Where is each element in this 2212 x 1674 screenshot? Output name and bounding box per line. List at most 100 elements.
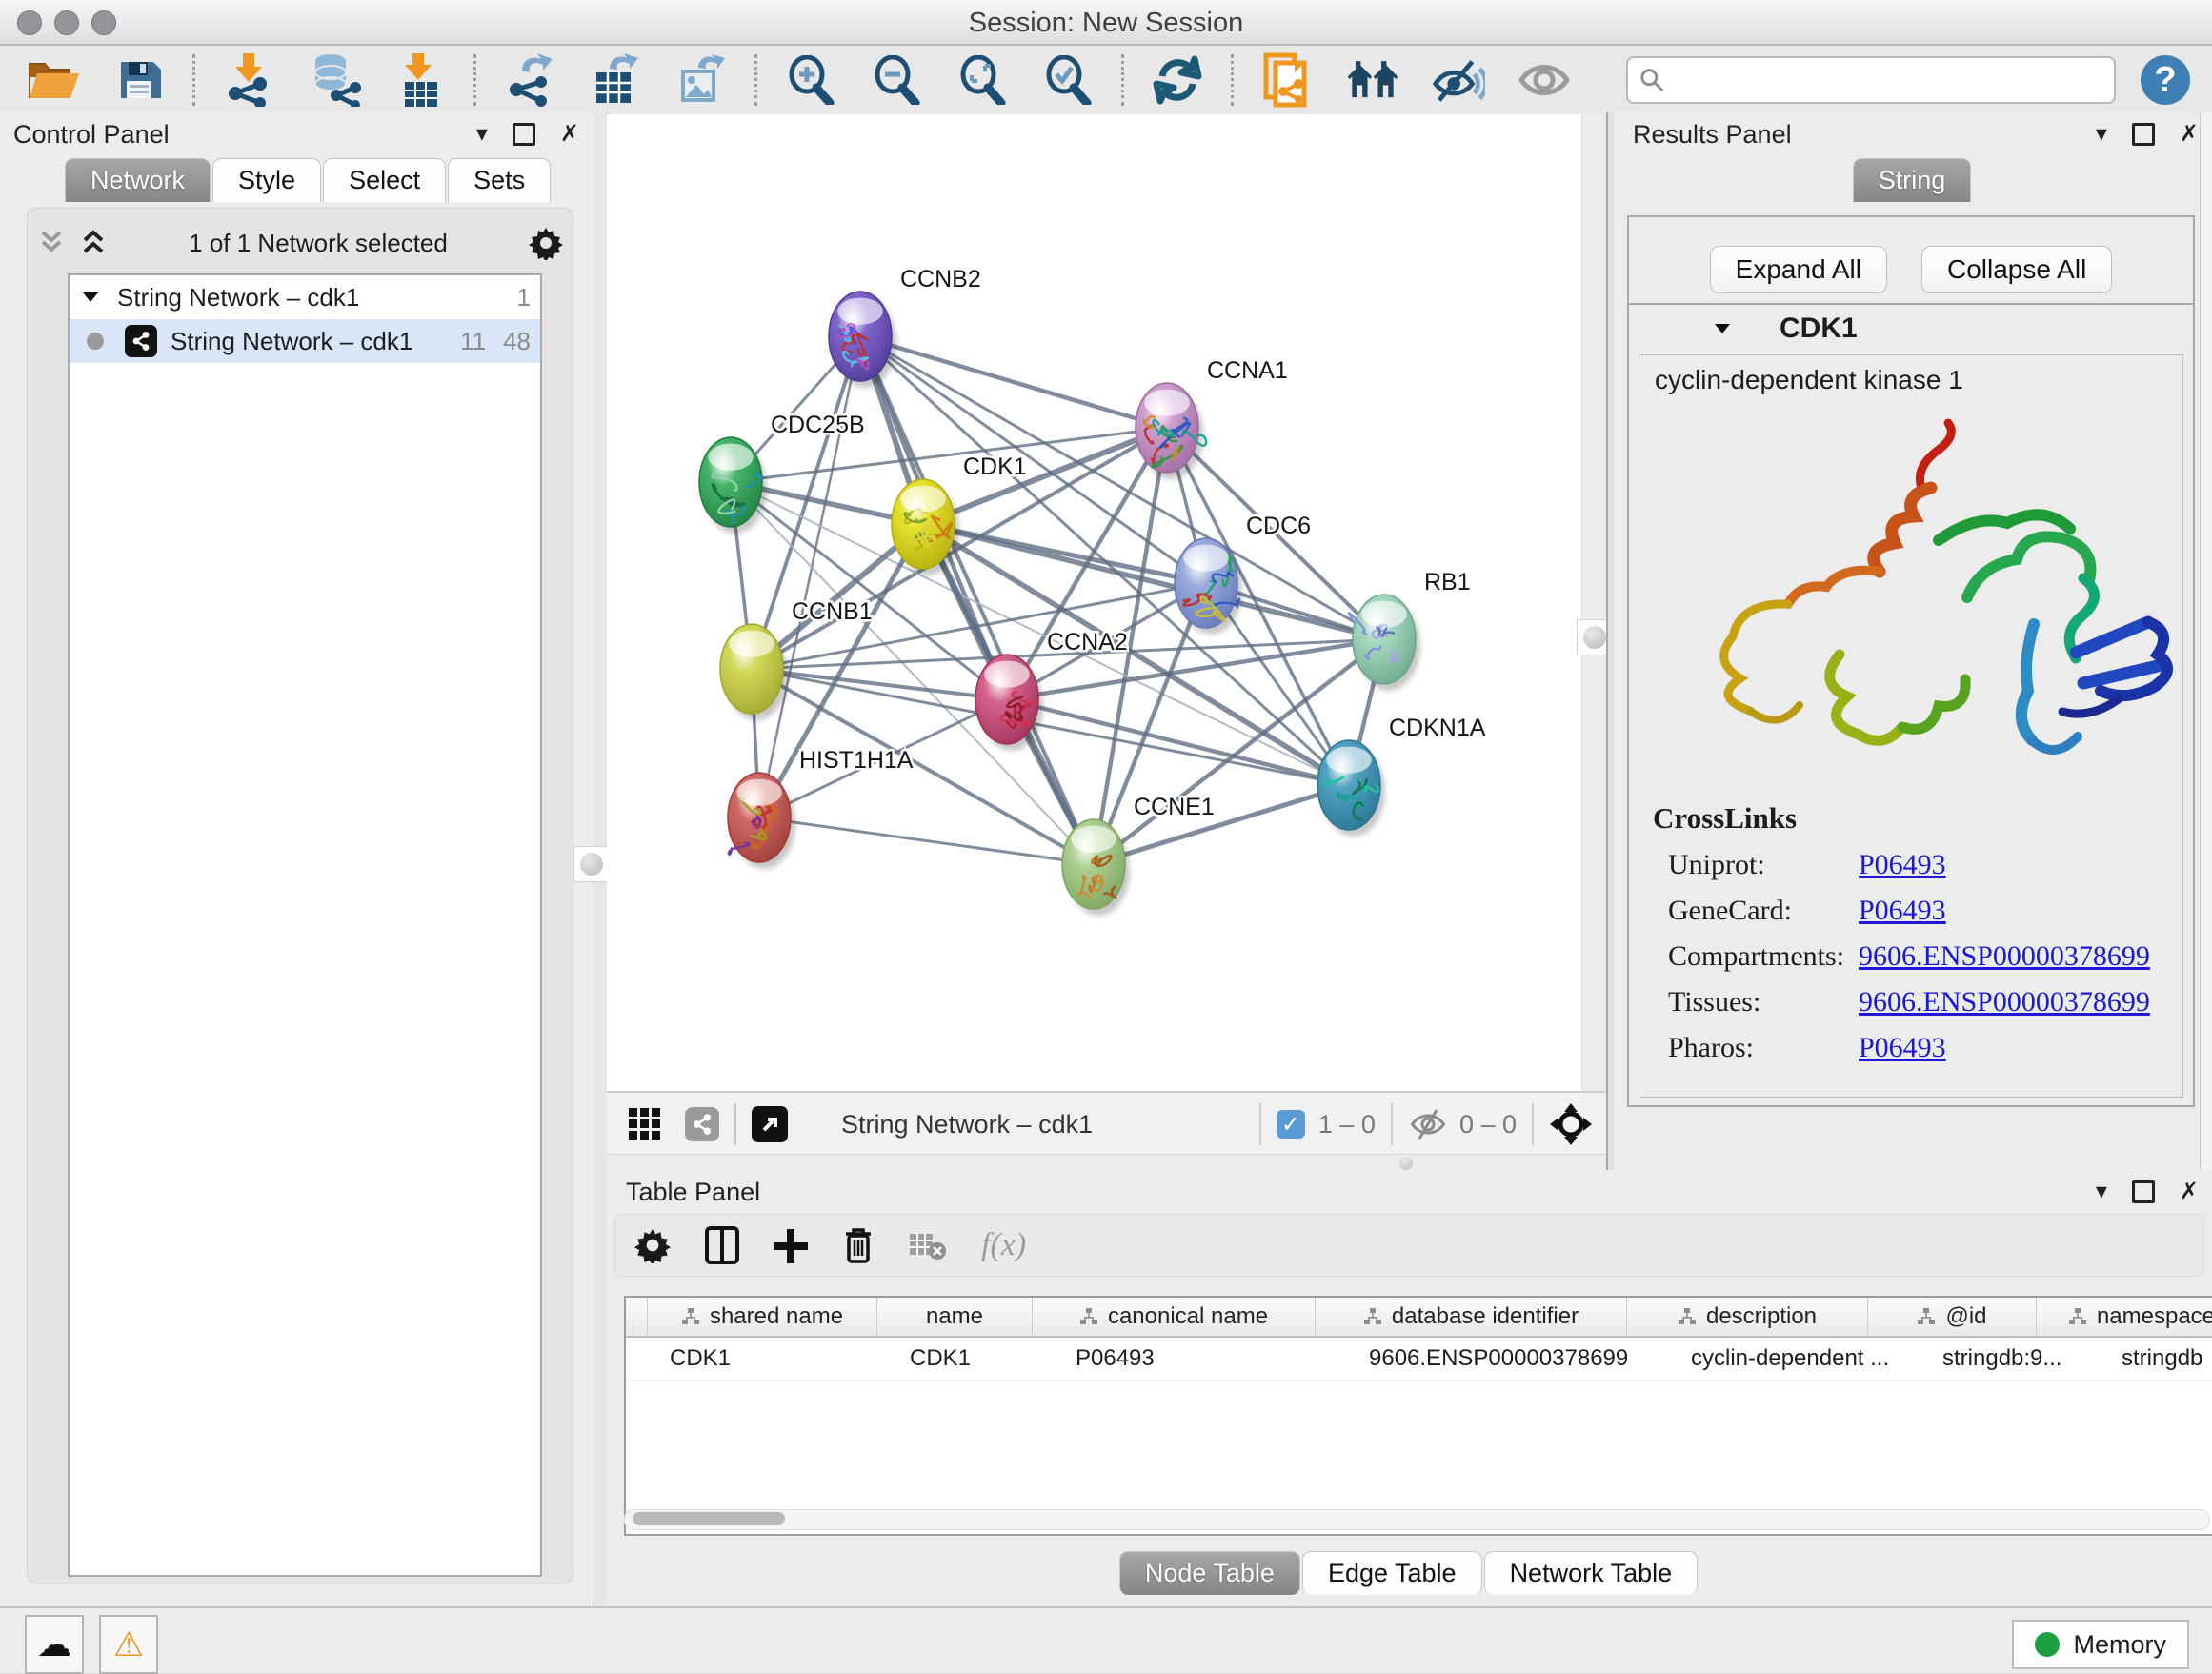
horizontal-splitter[interactable] [607,1154,1606,1171]
column-header-namespace[interactable]: namespace [2037,1298,2212,1336]
export-network-icon[interactable] [503,53,556,107]
network-edge[interactable] [759,336,860,817]
table-cell[interactable]: CDK1 [898,1338,1064,1380]
selected-checkbox-icon[interactable]: ✓ [1277,1110,1305,1139]
tab-node-table[interactable]: Node Table [1119,1551,1300,1595]
show-panels-icon[interactable] [1346,53,1399,107]
table-cell[interactable]: P06493 [1064,1338,1357,1380]
crosslink-value-link[interactable]: 9606.ENSP00000378699 [1859,986,2150,1019]
network-node-ccna1[interactable]: CCNA1 [1136,357,1288,479]
column-header-shared-name[interactable]: shared name [648,1298,877,1336]
network-canvas[interactable]: CCNB2CCNA1CDC25BCDK1CDC6RB1CCNB1CCNA2CDK… [607,114,1581,1091]
panel-float-icon[interactable] [2132,123,2155,146]
control-panel: Control Panel ▾ ✗ Network Style Select S… [0,112,593,1606]
panel-close-icon[interactable]: ✗ [2180,1180,2199,1203]
network-overview-icon[interactable] [685,1107,719,1141]
clone-network-icon[interactable] [1260,53,1314,107]
export-image-icon[interactable] [674,53,728,107]
tree-expander-icon[interactable] [79,286,102,309]
network-collection-row[interactable]: String Network – cdk1 1 [70,275,540,319]
grid-view-icon[interactable] [622,1098,668,1151]
table-horizontal-scrollbar[interactable] [624,1509,2210,1530]
gear-icon[interactable] [529,226,563,260]
table-cell[interactable]: stringdb:9... [1931,1338,2110,1380]
zoom-fit-icon[interactable] [955,53,1009,107]
table-cell[interactable]: CDK1 [658,1338,898,1380]
table-cell[interactable]: cyclin-dependent ... [1679,1338,1931,1380]
zoom-selected-icon[interactable] [1041,53,1095,107]
import-network-icon[interactable] [222,53,275,107]
crosslink-value-link[interactable]: P06493 [1859,1032,1946,1064]
column-header-canonical-name[interactable]: canonical name [1033,1298,1316,1336]
panel-close-icon[interactable]: ✗ [2180,123,2199,146]
show-columns-icon[interactable] [705,1226,739,1264]
cloud-button[interactable]: ☁ [25,1615,84,1674]
network-row[interactable]: String Network – cdk1 11 48 [70,319,540,363]
zoom-out-icon[interactable] [870,53,923,107]
scrollbar-thumb[interactable] [633,1512,785,1525]
birdseye-toggle-icon[interactable] [1549,1102,1593,1146]
tab-network-table[interactable]: Network Table [1484,1551,1699,1595]
tab-edge-table[interactable]: Edge Table [1302,1551,1482,1595]
detach-view-icon[interactable] [752,1106,788,1142]
network-edge[interactable] [860,336,1167,428]
tab-string[interactable]: String [1853,158,1972,202]
open-session-icon[interactable] [27,53,80,107]
network-edge[interactable] [759,817,1094,864]
expand-all-button[interactable]: Expand All [1710,246,1887,293]
search-input[interactable] [1664,65,2102,96]
tab-sets[interactable]: Sets [448,158,551,202]
hide-eye-icon[interactable] [1432,53,1485,107]
control-panel-tabs: Network Style Select Sets [0,156,593,202]
table-cell[interactable]: stringdb [2110,1338,2212,1380]
import-database-icon[interactable] [308,53,361,107]
panel-float-icon[interactable] [513,123,535,146]
help-icon[interactable]: ? [2141,55,2190,105]
collapse-all-icon[interactable] [37,229,66,257]
panel-close-icon[interactable]: ✗ [560,123,579,146]
network-node-cdc25b[interactable]: CDC25B [699,412,865,534]
add-column-icon[interactable] [774,1226,808,1264]
table-row[interactable]: CDK1CDK1P064939606.ENSP00000378699cyclin… [626,1338,2212,1381]
network-label: String Network – cdk1 [171,327,412,356]
network-edge[interactable] [860,336,1094,864]
import-table-icon[interactable] [393,53,447,107]
column-header--id[interactable]: @id [1868,1298,2037,1336]
zoom-in-icon[interactable] [784,53,837,107]
expand-all-icon[interactable] [79,229,108,257]
panel-menu-icon[interactable]: ▾ [2096,1180,2107,1203]
refresh-layout-icon[interactable] [1151,53,1204,107]
crosslink-value-link[interactable]: P06493 [1859,849,1946,881]
network-edge[interactable] [1094,785,1349,864]
network-node-rb1[interactable]: RB1 [1349,569,1471,691]
panel-float-icon[interactable] [2132,1180,2155,1203]
crosslink-value-link[interactable]: P06493 [1859,895,1946,927]
memory-button[interactable]: Memory [2012,1620,2189,1669]
column-header-database-identifier[interactable]: database identifier [1316,1298,1627,1336]
save-session-icon[interactable] [112,53,166,107]
tab-select[interactable]: Select [323,158,446,202]
crosslink-value-link[interactable]: 9606.ENSP00000378699 [1859,940,2150,973]
collapse-all-button[interactable]: Collapse All [1921,246,2112,293]
entry-collapse-icon[interactable] [1711,317,1734,340]
tab-network[interactable]: Network [65,158,211,202]
table-cell[interactable] [626,1338,658,1380]
network-vertical-scrollbar[interactable] [1581,114,1607,1091]
table-cell[interactable]: 9606.ENSP00000378699 [1357,1338,1679,1380]
warnings-button[interactable]: ⚠ [99,1615,158,1674]
show-eye-icon[interactable] [1518,53,1571,107]
node-label: CDC6 [1246,513,1311,539]
export-table-icon[interactable] [589,53,642,107]
column-header-name[interactable]: name [877,1298,1033,1336]
tab-style[interactable]: Style [212,158,321,202]
panel-menu-icon[interactable]: ▾ [476,123,488,146]
delete-column-icon[interactable] [842,1226,875,1264]
results-scrollbar[interactable] [2200,112,2212,1170]
left-splitter-handle[interactable] [573,846,610,882]
hidden-eye-icon[interactable] [1408,1108,1448,1140]
network-node-ccne1[interactable]: CCNE1 [1062,794,1215,916]
column-header-description[interactable]: description [1627,1298,1868,1336]
table-settings-gear-icon[interactable] [634,1227,671,1263]
network-node-cdkn1a[interactable]: CDKN1A [1317,715,1486,837]
panel-menu-icon[interactable]: ▾ [2096,123,2107,146]
